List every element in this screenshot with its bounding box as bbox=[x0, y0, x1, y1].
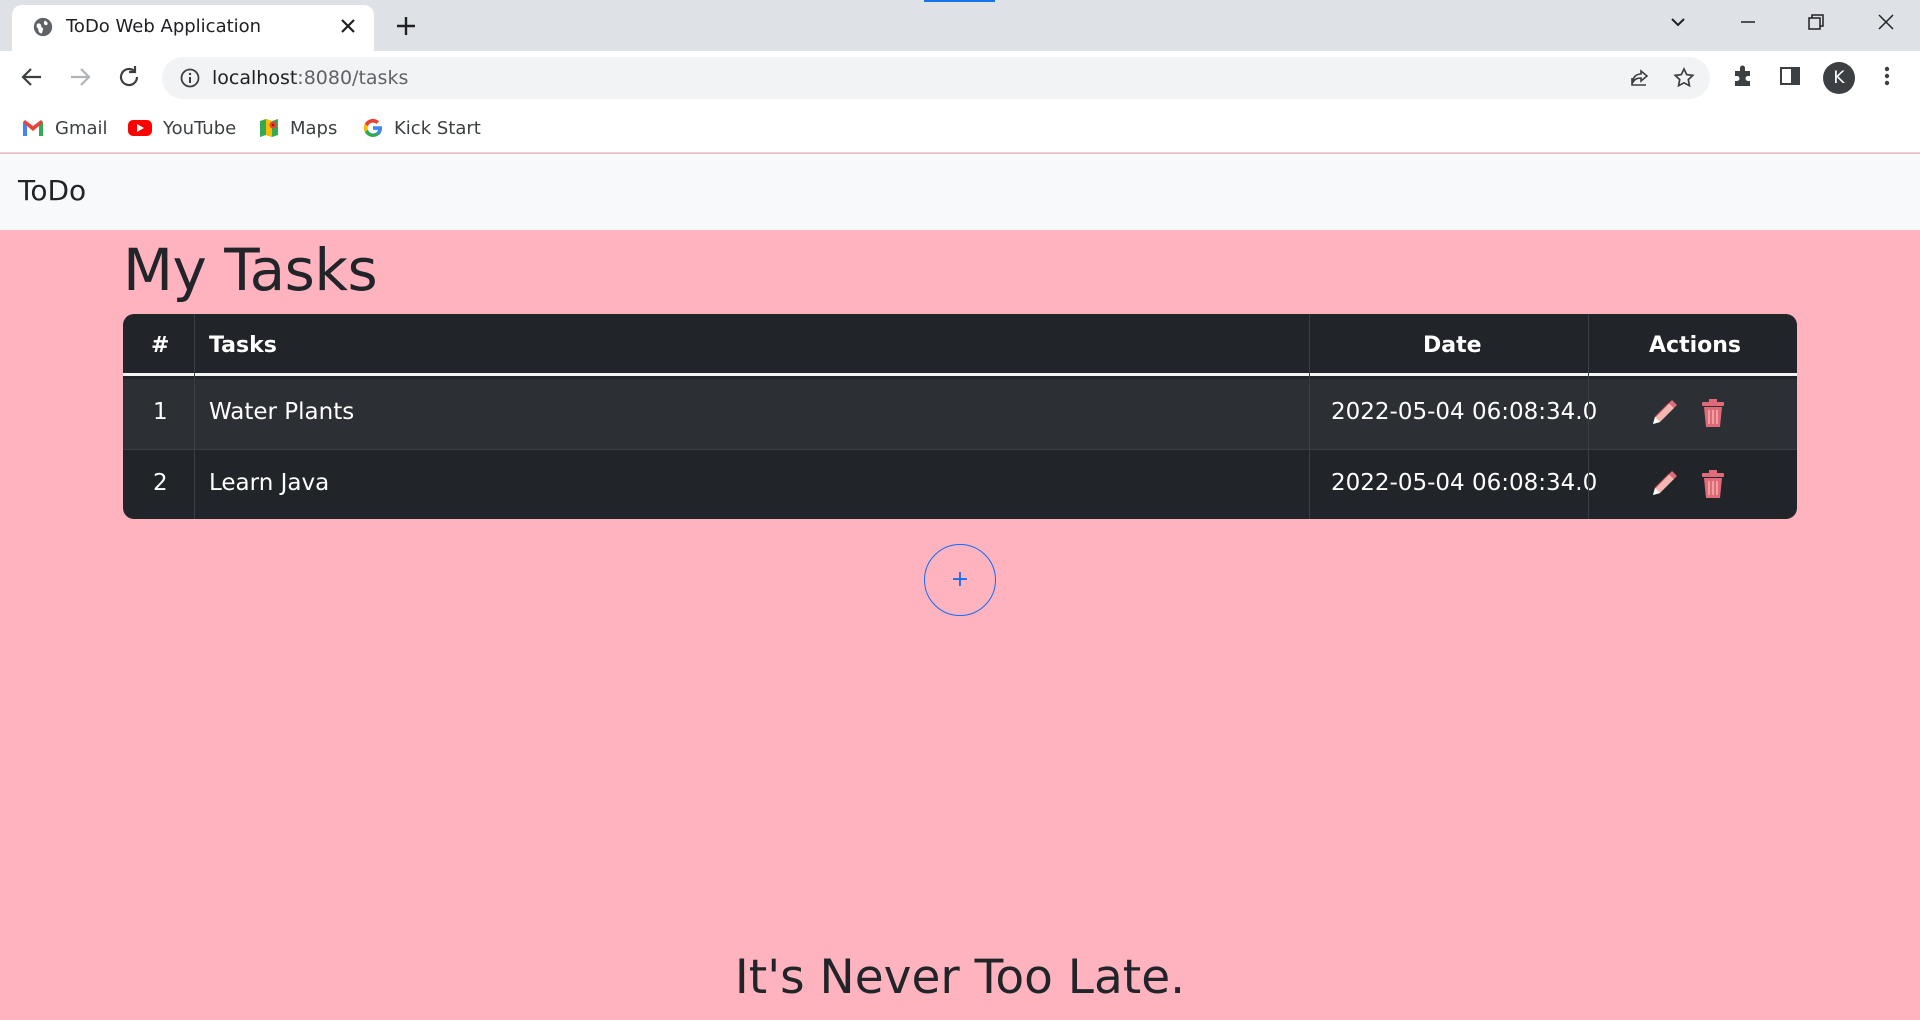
minimize-icon[interactable] bbox=[1728, 8, 1768, 36]
navbar-brand[interactable]: ToDo bbox=[18, 174, 86, 207]
column-divider bbox=[194, 314, 195, 519]
header-tasks: Tasks bbox=[209, 333, 277, 358]
bookmark-label: Gmail bbox=[55, 117, 108, 139]
site-info-icon[interactable] bbox=[179, 67, 201, 89]
url-path: :8080/tasks bbox=[297, 67, 409, 89]
app-navbar: ToDo bbox=[0, 154, 1920, 230]
profile-avatar[interactable]: K bbox=[1823, 62, 1855, 94]
row-index: 1 bbox=[153, 399, 168, 425]
tab-title: ToDo Web Application bbox=[66, 16, 262, 37]
edit-pencil-icon[interactable] bbox=[1648, 468, 1680, 500]
header-actions: Actions bbox=[1649, 333, 1741, 358]
maps-icon bbox=[260, 119, 278, 137]
close-window-icon[interactable] bbox=[1866, 8, 1906, 36]
page-title: My Tasks bbox=[123, 236, 378, 304]
youtube-icon bbox=[128, 120, 152, 136]
browser-tab-strip: ToDo Web Application bbox=[0, 0, 1920, 51]
header-date: Date bbox=[1423, 333, 1482, 358]
back-icon[interactable] bbox=[16, 61, 48, 93]
tasks-table: # Tasks Date Actions 1 Water Plants 2022… bbox=[123, 314, 1797, 519]
bookmark-label: YouTube bbox=[163, 117, 237, 139]
new-tab-icon[interactable] bbox=[391, 11, 421, 41]
tab-search-icon[interactable] bbox=[1658, 8, 1698, 36]
table-row: 1 Water Plants 2022-05-04 06:08:34.0 bbox=[123, 379, 1797, 449]
bookmark-maps[interactable]: Maps bbox=[258, 115, 337, 141]
reload-icon[interactable] bbox=[113, 61, 145, 93]
row-task: Learn Java bbox=[209, 470, 330, 496]
browser-tab[interactable]: ToDo Web Application bbox=[12, 5, 374, 51]
url-text: localhost:8080/tasks bbox=[212, 67, 408, 89]
header-index: # bbox=[151, 333, 170, 358]
gmail-icon bbox=[23, 120, 43, 136]
browser-toolbar: localhost:8080/tasks K bbox=[0, 51, 1920, 103]
side-panel-icon[interactable] bbox=[1776, 62, 1804, 90]
forward-icon[interactable] bbox=[64, 61, 96, 93]
delete-trash-icon[interactable] bbox=[1697, 397, 1729, 429]
bookmarks-bar: Gmail YouTube Maps Kick Start bbox=[0, 103, 1920, 153]
globe-icon bbox=[33, 17, 53, 37]
bookmark-label: Kick Start bbox=[394, 117, 481, 139]
table-header: # Tasks Date Actions bbox=[123, 314, 1797, 376]
bookmark-kick-start[interactable]: Kick Start bbox=[362, 115, 481, 141]
bookmark-gmail[interactable]: Gmail bbox=[21, 115, 108, 141]
address-bar[interactable]: localhost:8080/tasks bbox=[162, 57, 1710, 99]
bookmark-label: Maps bbox=[290, 117, 338, 139]
close-tab-icon[interactable] bbox=[336, 14, 360, 38]
restore-icon[interactable] bbox=[1796, 8, 1836, 36]
tab-loading-indicator bbox=[924, 0, 995, 2]
edit-pencil-icon[interactable] bbox=[1648, 397, 1680, 429]
row-date: 2022-05-04 06:08:34.0 bbox=[1331, 399, 1598, 425]
row-task: Water Plants bbox=[209, 399, 355, 425]
column-divider bbox=[1309, 314, 1310, 519]
row-date: 2022-05-04 06:08:34.0 bbox=[1331, 470, 1598, 496]
delete-trash-icon[interactable] bbox=[1697, 468, 1729, 500]
url-host: localhost bbox=[212, 67, 298, 89]
google-icon bbox=[363, 118, 382, 138]
bookmark-youtube[interactable]: YouTube bbox=[127, 115, 236, 141]
table-row: 2 Learn Java 2022-05-04 06:08:34.0 bbox=[123, 449, 1797, 519]
add-task-button[interactable]: + bbox=[924, 544, 996, 616]
motto-text: It's Never Too Late. bbox=[734, 950, 1186, 1005]
bookmark-star-icon[interactable] bbox=[1672, 66, 1696, 90]
column-divider bbox=[1588, 314, 1589, 519]
row-index: 2 bbox=[153, 470, 168, 496]
more-menu-icon[interactable] bbox=[1873, 62, 1901, 90]
share-icon[interactable] bbox=[1628, 66, 1652, 90]
extensions-icon[interactable] bbox=[1729, 62, 1757, 90]
